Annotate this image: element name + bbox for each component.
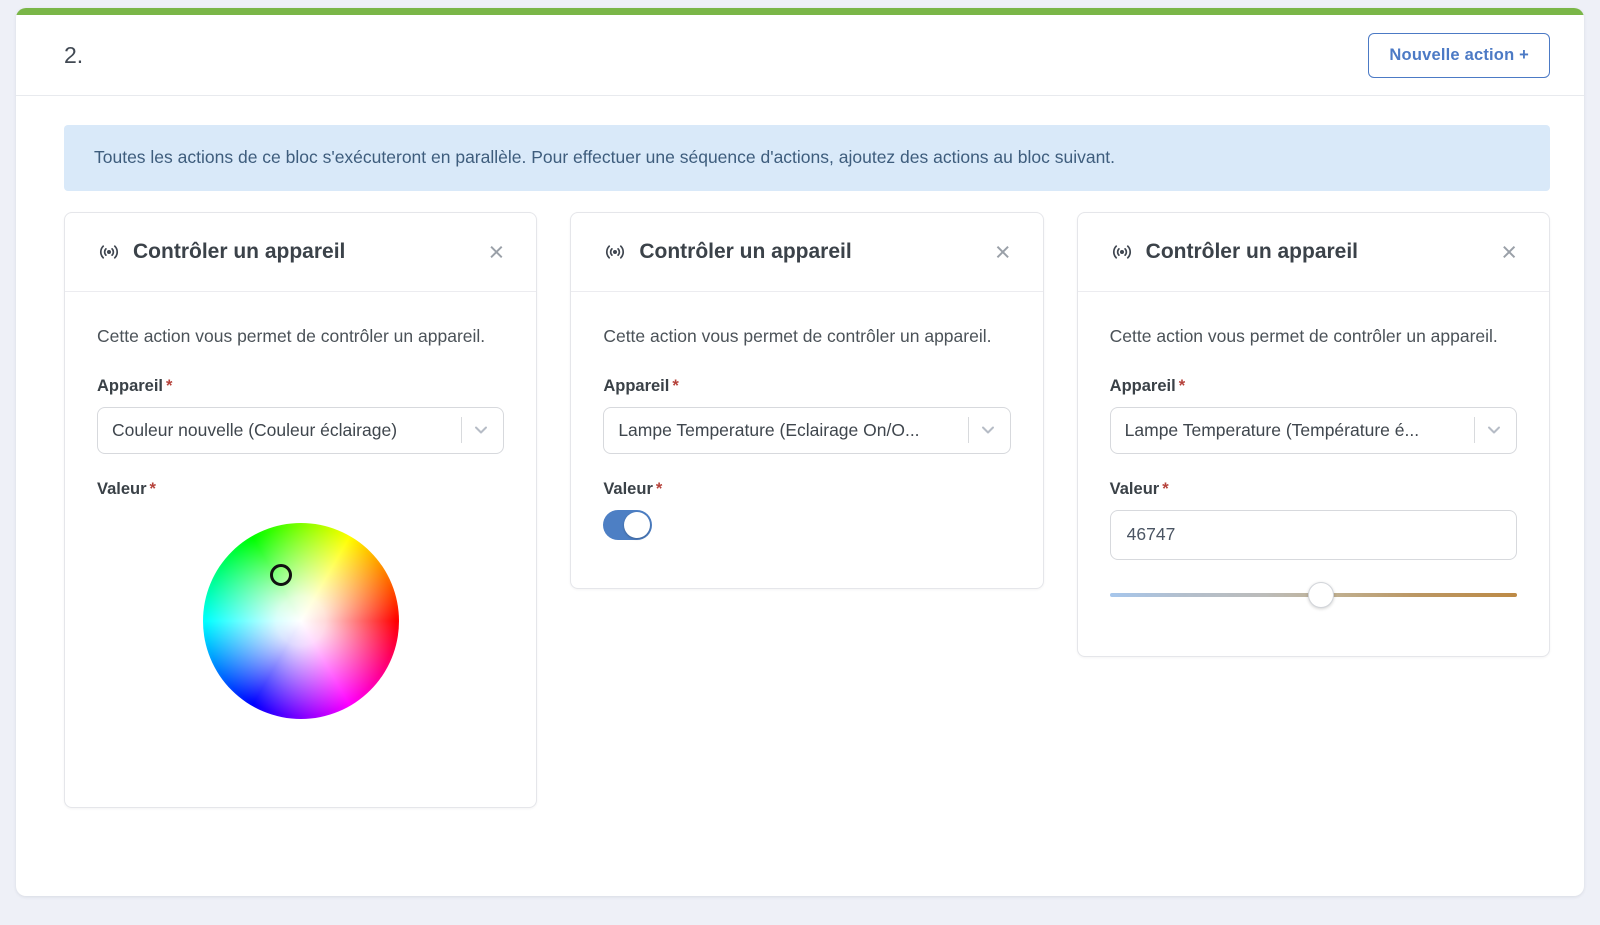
- block-header: 2. Nouvelle action +: [16, 15, 1584, 96]
- action-card-temperature: Contrôler un appareil × Cette action vou…: [1077, 212, 1550, 657]
- block-content: Toutes les actions de ce bloc s'exécuter…: [16, 96, 1584, 808]
- select-divider: [1474, 417, 1475, 443]
- action-description: Cette action vous permet de contrôler un…: [603, 322, 1010, 351]
- action-card-color: Contrôler un appareil × Cette action vou…: [64, 212, 537, 808]
- required-asterisk: *: [1179, 377, 1185, 395]
- close-icon[interactable]: ×: [1497, 242, 1521, 262]
- value-field-label: Valeur*: [603, 480, 1010, 499]
- required-asterisk: *: [166, 377, 172, 395]
- action-card-body: Cette action vous permet de contrôler un…: [571, 292, 1042, 588]
- action-block-panel: 2. Nouvelle action + Toutes les actions …: [16, 8, 1584, 896]
- value-field-label: Valeur*: [97, 480, 504, 499]
- device-select-value: Couleur nouvelle (Couleur éclairage): [112, 420, 455, 441]
- temperature-slider-thumb[interactable]: [1308, 582, 1334, 608]
- value-number-input[interactable]: [1110, 510, 1517, 560]
- device-select[interactable]: Lampe Temperature (Eclairage On/O...: [603, 407, 1010, 454]
- select-divider: [461, 417, 462, 443]
- parallel-info-banner: Toutes les actions de ce bloc s'exécuter…: [64, 125, 1550, 191]
- device-field-label: Appareil*: [603, 377, 1010, 396]
- device-select[interactable]: Couleur nouvelle (Couleur éclairage): [97, 407, 504, 454]
- broadcast-icon: [603, 240, 627, 264]
- device-select-value: Lampe Temperature (Température é...: [1125, 420, 1468, 441]
- chevron-down-icon: [471, 420, 491, 440]
- select-divider: [968, 417, 969, 443]
- required-asterisk: *: [656, 480, 662, 498]
- color-wheel[interactable]: [203, 523, 399, 719]
- close-icon[interactable]: ×: [485, 242, 509, 262]
- broadcast-icon: [97, 240, 121, 264]
- block-number: 2.: [64, 42, 83, 69]
- new-action-button[interactable]: Nouvelle action +: [1368, 33, 1550, 78]
- action-card-title: Contrôler un appareil: [133, 240, 485, 264]
- action-description: Cette action vous permet de contrôler un…: [97, 322, 504, 351]
- device-field-label: Appareil*: [1110, 377, 1517, 396]
- action-card-header: Contrôler un appareil ×: [571, 213, 1042, 292]
- block-accent-bar: [16, 8, 1584, 15]
- action-card-onoff: Contrôler un appareil × Cette action vou…: [570, 212, 1043, 589]
- required-asterisk: *: [672, 377, 678, 395]
- toggle-knob: [624, 512, 650, 538]
- temperature-slider[interactable]: [1110, 582, 1517, 608]
- action-card-body: Cette action vous permet de contrôler un…: [1078, 292, 1549, 656]
- broadcast-icon: [1110, 240, 1134, 264]
- action-card-body: Cette action vous permet de contrôler un…: [65, 292, 536, 807]
- required-asterisk: *: [150, 480, 156, 498]
- required-asterisk: *: [1162, 480, 1168, 498]
- close-icon[interactable]: ×: [991, 242, 1015, 262]
- color-wheel-container: [97, 523, 504, 719]
- action-card-title: Contrôler un appareil: [639, 240, 991, 264]
- chevron-down-icon: [978, 420, 998, 440]
- device-field-label: Appareil*: [97, 377, 504, 396]
- device-select[interactable]: Lampe Temperature (Température é...: [1110, 407, 1517, 454]
- color-wheel-selector[interactable]: [270, 564, 292, 586]
- action-card-header: Contrôler un appareil ×: [65, 213, 536, 292]
- actions-row: Contrôler un appareil × Cette action vou…: [64, 212, 1550, 808]
- action-description: Cette action vous permet de contrôler un…: [1110, 322, 1517, 351]
- value-toggle[interactable]: [603, 510, 652, 540]
- action-card-header: Contrôler un appareil ×: [1078, 213, 1549, 292]
- chevron-down-icon: [1484, 420, 1504, 440]
- device-select-value: Lampe Temperature (Eclairage On/O...: [618, 420, 961, 441]
- value-field-label: Valeur*: [1110, 480, 1517, 499]
- action-card-title: Contrôler un appareil: [1146, 240, 1498, 264]
